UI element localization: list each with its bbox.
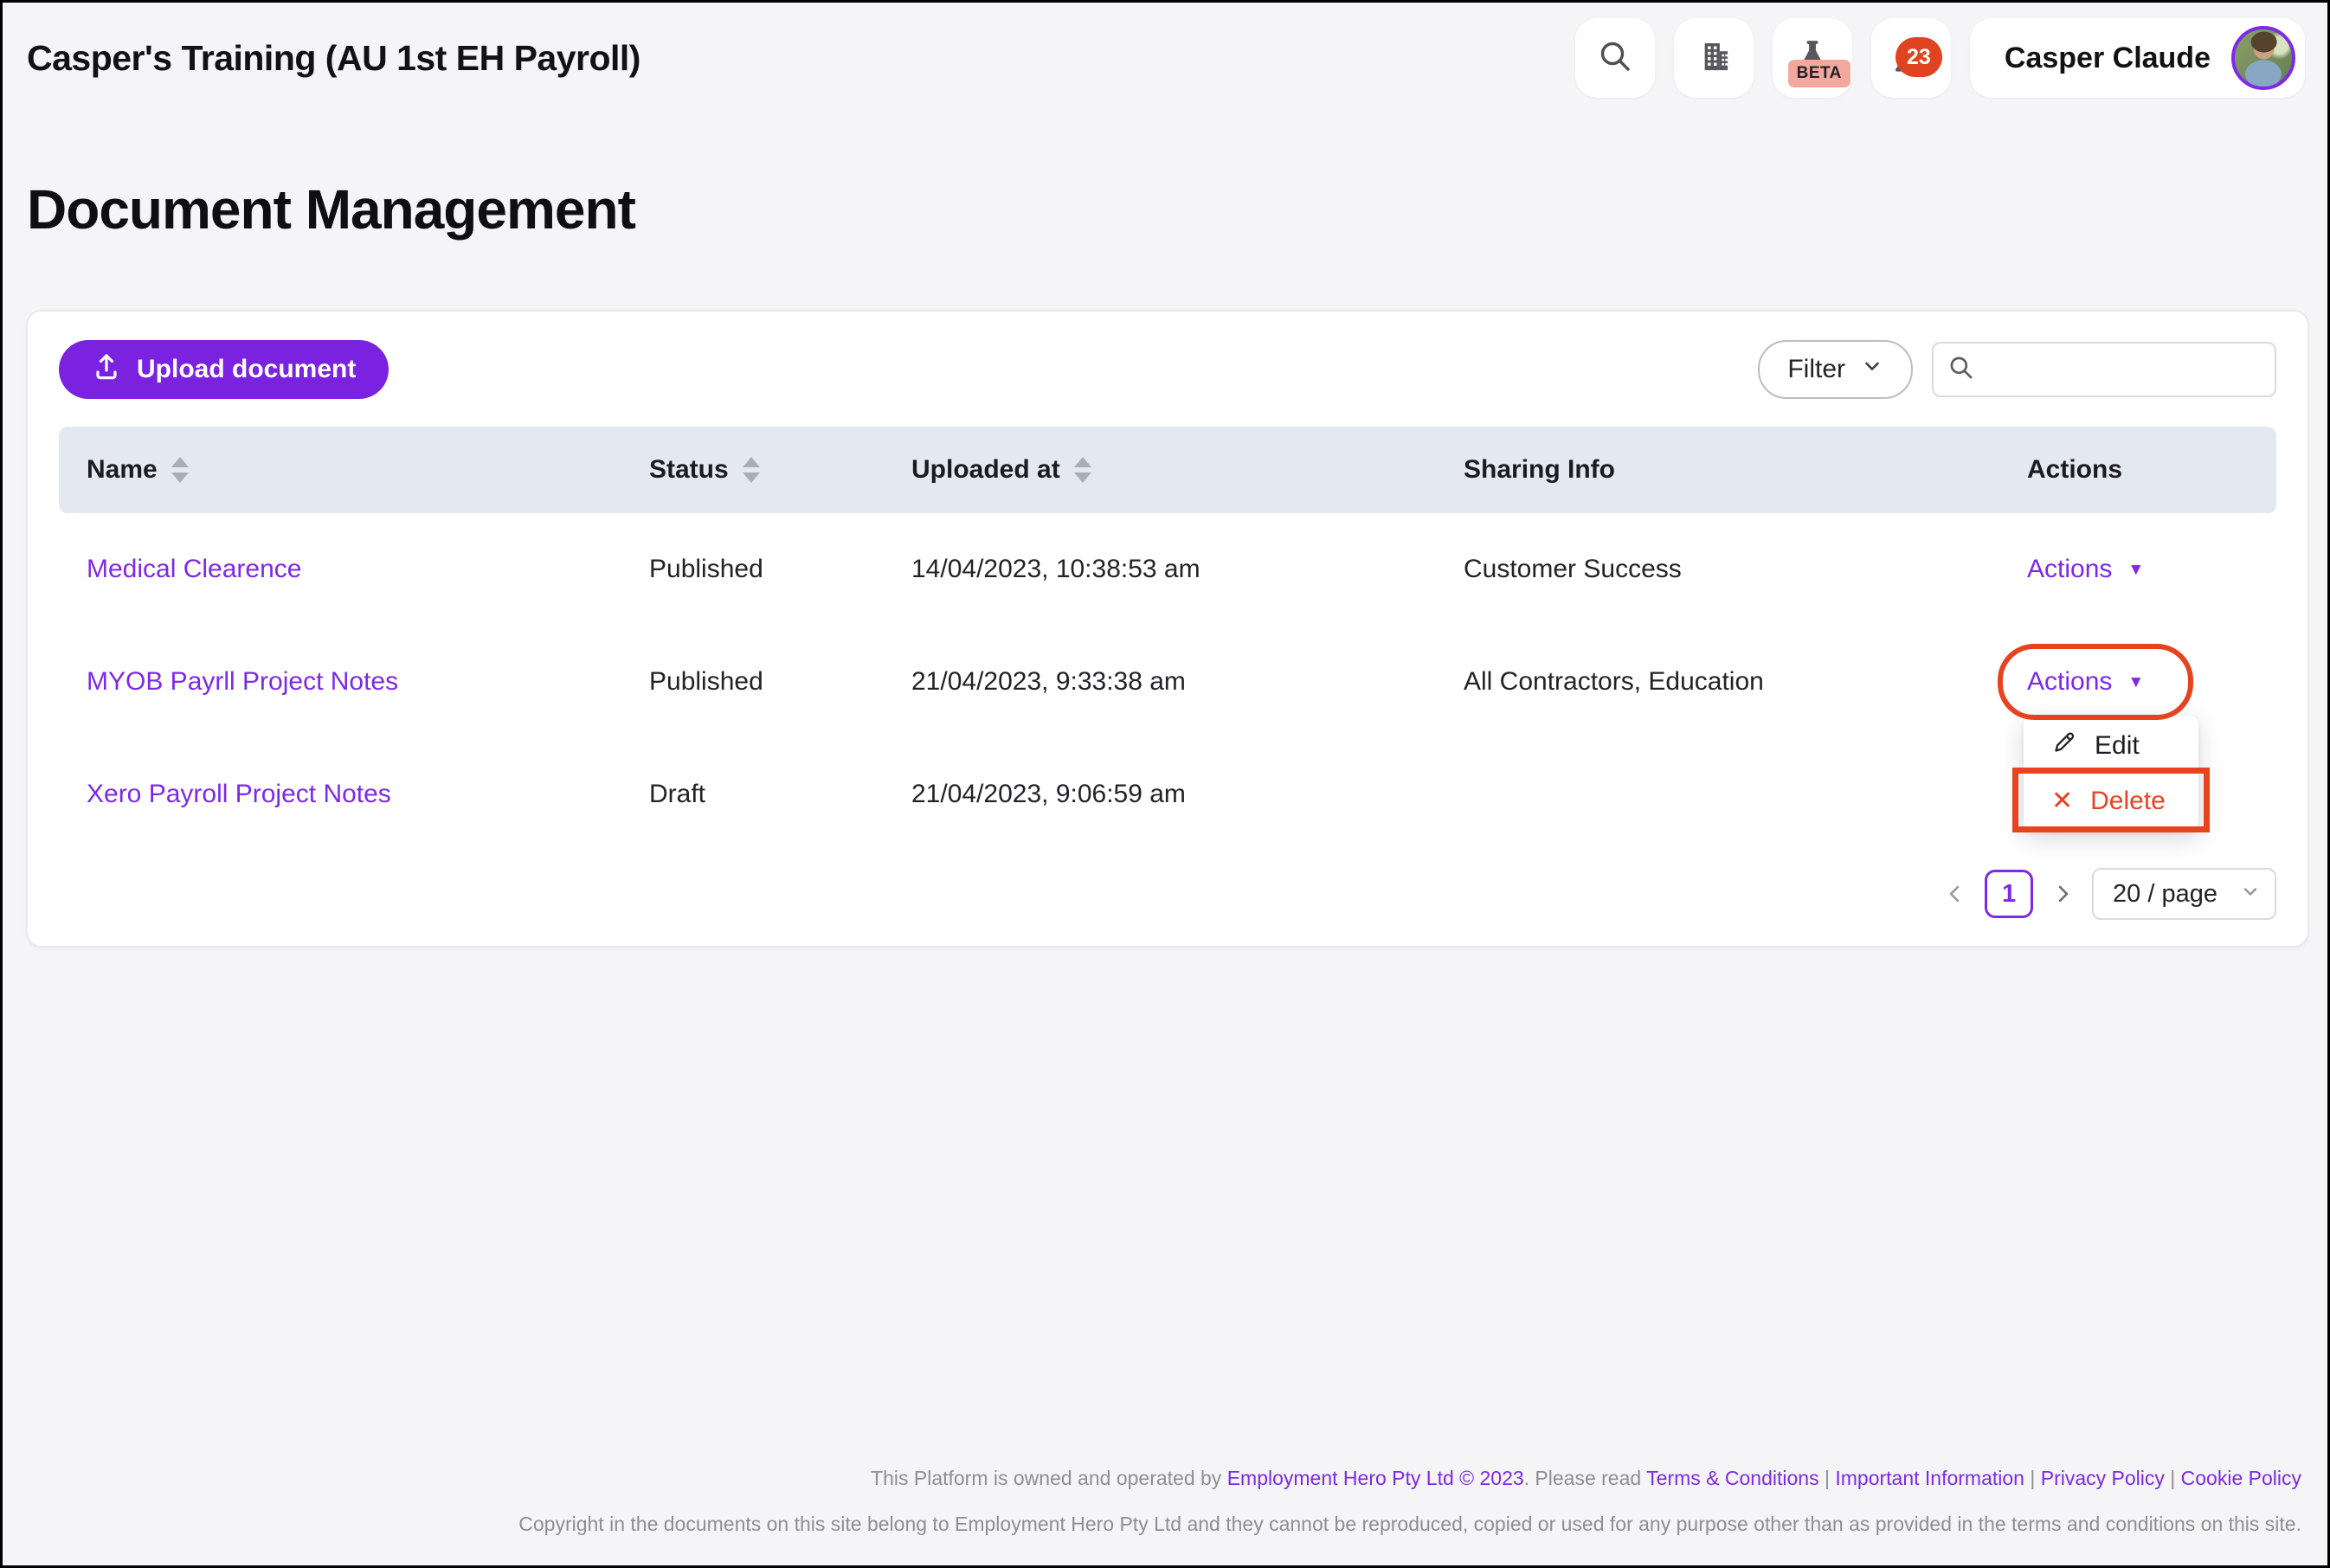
menu-item-edit[interactable]: Edit	[2024, 718, 2198, 774]
chevron-down-icon	[2240, 880, 2261, 909]
column-header-status[interactable]: Status	[649, 455, 911, 485]
footer: This Platform is owned and operated by E…	[518, 1467, 2301, 1536]
uploaded-at-cell: 21/04/2023, 9:06:59 am	[911, 780, 1464, 809]
avatar	[2231, 26, 2295, 90]
table-body: Medical Clearence Published 14/04/2023, …	[59, 513, 2276, 851]
previous-page-button[interactable]	[1943, 882, 1967, 906]
sort-icon[interactable]	[1074, 457, 1091, 483]
organisation-button[interactable]	[1674, 18, 1754, 98]
toolbar-right: Filter	[1758, 340, 2276, 399]
status-cell: Draft	[649, 780, 911, 809]
caret-down-icon: ▼	[2127, 674, 2144, 691]
org-title: Casper's Training (AU 1st EH Payroll)	[27, 38, 640, 79]
x-icon: ✕	[2051, 788, 2073, 814]
document-link[interactable]: MYOB Payrll Project Notes	[87, 667, 398, 696]
footer-link-terms[interactable]: Terms & Conditions	[1646, 1467, 1818, 1489]
column-header-actions: Actions	[2027, 455, 2249, 485]
sharing-info-cell: Customer Success	[1464, 555, 2027, 584]
filter-label: Filter	[1787, 355, 1845, 384]
actions-dropdown-trigger[interactable]: Actions ▼	[2027, 667, 2144, 697]
page-title: Document Management	[27, 177, 635, 241]
pencil-icon	[2051, 729, 2077, 762]
document-search-input[interactable]	[1986, 355, 2261, 384]
footer-separator: |	[2024, 1467, 2041, 1489]
upload-document-label: Upload document	[137, 355, 356, 384]
actions-dropdown-trigger[interactable]: Actions ▼	[2027, 555, 2144, 584]
sort-icon[interactable]	[171, 457, 189, 483]
page-size-select[interactable]: 20 / page	[2092, 868, 2276, 920]
search-icon	[1947, 354, 1975, 386]
uploaded-at-cell: 21/04/2023, 9:33:38 am	[911, 667, 1464, 697]
footer-link-important-information[interactable]: Important Information	[1835, 1467, 2024, 1489]
building-icon	[1694, 36, 1734, 80]
sharing-info-cell: All Contractors, Education	[1464, 667, 2027, 697]
sort-icon[interactable]	[743, 457, 760, 483]
status-cell: Published	[649, 667, 911, 697]
search-icon	[1596, 37, 1634, 80]
footer-separator: |	[2165, 1467, 2181, 1489]
footer-text: . Please read	[1524, 1467, 1647, 1489]
uploaded-at-cell: 14/04/2023, 10:38:53 am	[911, 555, 1464, 584]
notifications-button[interactable]: 23	[1871, 18, 1951, 98]
document-search	[1932, 342, 2276, 397]
column-header-sharing-info: Sharing Info	[1464, 455, 2027, 485]
top-bar: Casper's Training (AU 1st EH Payroll)	[27, 16, 2305, 100]
table-row: Medical Clearence Published 14/04/2023, …	[59, 513, 2276, 626]
column-header-uploaded-at[interactable]: Uploaded at	[911, 455, 1464, 485]
table-header-row: Name Status Uploaded at Sharing Info Act…	[59, 427, 2276, 513]
chevron-down-icon	[1861, 355, 1883, 384]
user-menu[interactable]: Casper Claude	[1970, 18, 2305, 98]
filter-dropdown[interactable]: Filter	[1758, 340, 1913, 399]
card-toolbar: Upload document Filter	[59, 340, 2276, 399]
labs-beta-button[interactable]: BETA	[1773, 18, 1852, 98]
search-button[interactable]	[1575, 18, 1655, 98]
actions-cell: Actions ▼ Edit	[2027, 626, 2249, 738]
status-cell: Published	[649, 555, 911, 584]
app-window: Casper's Training (AU 1st EH Payroll)	[0, 0, 2330, 1568]
actions-dropdown-menu: Edit ✕ Delete	[2024, 716, 2198, 832]
upload-document-button[interactable]: Upload document	[59, 340, 389, 399]
footer-line-2: Copyright in the documents on this site …	[518, 1513, 2301, 1536]
document-link[interactable]: Medical Clearence	[87, 555, 301, 583]
footer-link-privacy-policy[interactable]: Privacy Policy	[2041, 1467, 2165, 1489]
table-row: Xero Payroll Project Notes Draft 21/04/2…	[59, 738, 2276, 851]
table-row: MYOB Payrll Project Notes Published 21/0…	[59, 626, 2276, 738]
pagination: 1 20 / page	[1943, 868, 2276, 920]
notification-count-badge: 23	[1896, 37, 1942, 77]
footer-link-cookie-policy[interactable]: Cookie Policy	[2181, 1467, 2301, 1489]
user-name: Casper Claude	[2005, 42, 2211, 75]
top-bar-actions: BETA 23 Casper Claude	[1575, 18, 2305, 98]
document-link[interactable]: Xero Payroll Project Notes	[87, 780, 391, 808]
footer-separator: |	[1819, 1467, 1836, 1489]
upload-icon	[92, 351, 121, 388]
caret-down-icon: ▼	[2127, 562, 2144, 578]
beta-badge: BETA	[1788, 60, 1850, 87]
footer-text: This Platform is owned and operated by	[871, 1467, 1227, 1489]
next-page-button[interactable]	[2050, 882, 2075, 906]
menu-item-delete[interactable]: ✕ Delete	[2024, 774, 2198, 829]
actions-cell: Actions ▼	[2027, 513, 2249, 626]
documents-card: Upload document Filter	[26, 310, 2309, 948]
footer-line-1: This Platform is owned and operated by E…	[518, 1467, 2301, 1490]
page-number-button[interactable]: 1	[1985, 870, 2033, 918]
column-header-name[interactable]: Name	[87, 455, 649, 485]
footer-link-employment-hero[interactable]: Employment Hero Pty Ltd © 2023	[1227, 1467, 1524, 1489]
